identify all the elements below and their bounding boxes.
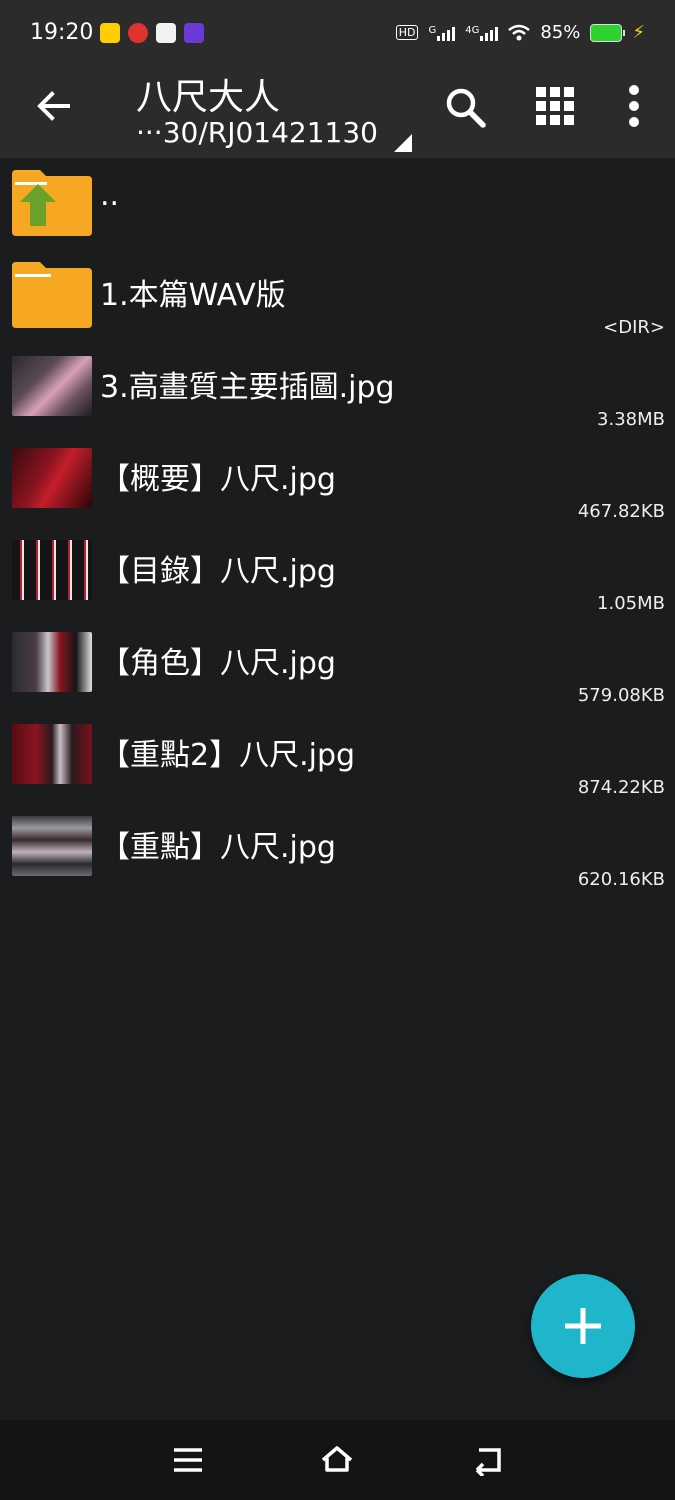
file-name: 【目錄】八尺.jpg (100, 554, 336, 589)
status-indicators: HD G 4G 85% ⚡ (395, 22, 645, 43)
home-icon[interactable] (319, 1444, 355, 1476)
sim1-label: G (428, 24, 437, 36)
image-thumbnail (12, 816, 92, 876)
list-item-folder[interactable]: 1.本篇WAV版 <DIR> (0, 250, 675, 342)
file-size: 579.08KB (577, 685, 665, 706)
image-thumbnail (12, 448, 92, 508)
file-name: 【重點】八尺.jpg (100, 830, 336, 865)
file-name: 【角色】八尺.jpg (100, 646, 336, 681)
list-item-file[interactable]: 【概要】八尺.jpg 467.82KB (0, 434, 675, 526)
charging-bolt-icon: ⚡ (632, 22, 645, 43)
netease-music-icon (128, 23, 148, 43)
file-size: 874.22KB (577, 777, 665, 798)
file-name: 1.本篇WAV版 (100, 278, 286, 313)
signal-icon (480, 25, 499, 41)
list-item-file[interactable]: 【目錄】八尺.jpg 1.05MB (0, 526, 675, 618)
back-arrow-icon[interactable] (32, 84, 76, 128)
file-size: 3.38MB (597, 409, 665, 430)
file-size: <DIR> (603, 317, 665, 338)
back-icon[interactable] (469, 1444, 505, 1476)
list-item-file[interactable]: 【重點2】八尺.jpg 874.22KB (0, 710, 675, 802)
file-name: 【重點2】八尺.jpg (100, 738, 356, 773)
signal-icon (437, 25, 456, 41)
file-size: 620.16KB (577, 869, 665, 890)
search-icon[interactable] (444, 86, 486, 128)
sim2-label: 4G (465, 24, 480, 36)
file-size: 1.05MB (597, 593, 665, 614)
add-fab-button[interactable] (531, 1274, 635, 1378)
list-item-file[interactable]: 【角色】八尺.jpg 579.08KB (0, 618, 675, 710)
purple-app-icon (184, 23, 204, 43)
battery-percent: 85% (540, 22, 581, 43)
battery-icon (590, 23, 626, 42)
wifi-icon (508, 24, 531, 40)
image-thumbnail (12, 356, 92, 416)
folder-up-icon (12, 170, 92, 236)
image-thumbnail (12, 540, 92, 600)
image-thumbnail (12, 632, 92, 692)
status-time: 19:20 (30, 20, 94, 45)
grid-view-icon[interactable] (535, 86, 575, 126)
file-name: .. (100, 178, 120, 213)
folder-icon (12, 262, 92, 328)
status-bar: 19:20 HD G 4G 85% ⚡ (0, 0, 675, 62)
notification-icons (100, 23, 204, 43)
dropdown-triangle-icon[interactable] (394, 134, 412, 152)
path-dropdown[interactable]: ···30/RJ01421130 (136, 116, 378, 149)
meituan-icon (100, 23, 120, 43)
more-vert-icon[interactable] (622, 84, 646, 128)
file-name: 【概要】八尺.jpg (100, 462, 336, 497)
app-toolbar: 八尺大人 ···30/RJ01421130 (0, 62, 675, 158)
menu-icon[interactable] (170, 1444, 206, 1476)
list-item-parent-dir[interactable]: .. (0, 158, 675, 250)
document-app-icon (156, 23, 176, 43)
hd-voice-icon: HD (395, 25, 419, 40)
system-nav-bar (0, 1420, 675, 1500)
file-size: 467.82KB (577, 501, 665, 522)
plus-icon (565, 1308, 601, 1344)
file-name: 3.高畫質主要插圖.jpg (100, 370, 395, 405)
image-thumbnail (12, 724, 92, 784)
folder-title: 八尺大人 (136, 77, 281, 118)
list-item-file[interactable]: 3.高畫質主要插圖.jpg 3.38MB (0, 342, 675, 434)
list-item-file[interactable]: 【重點】八尺.jpg 620.16KB (0, 802, 675, 894)
file-list: .. 1.本篇WAV版 <DIR> 3.高畫質主要插圖.jpg 3.38MB 【… (0, 158, 675, 894)
